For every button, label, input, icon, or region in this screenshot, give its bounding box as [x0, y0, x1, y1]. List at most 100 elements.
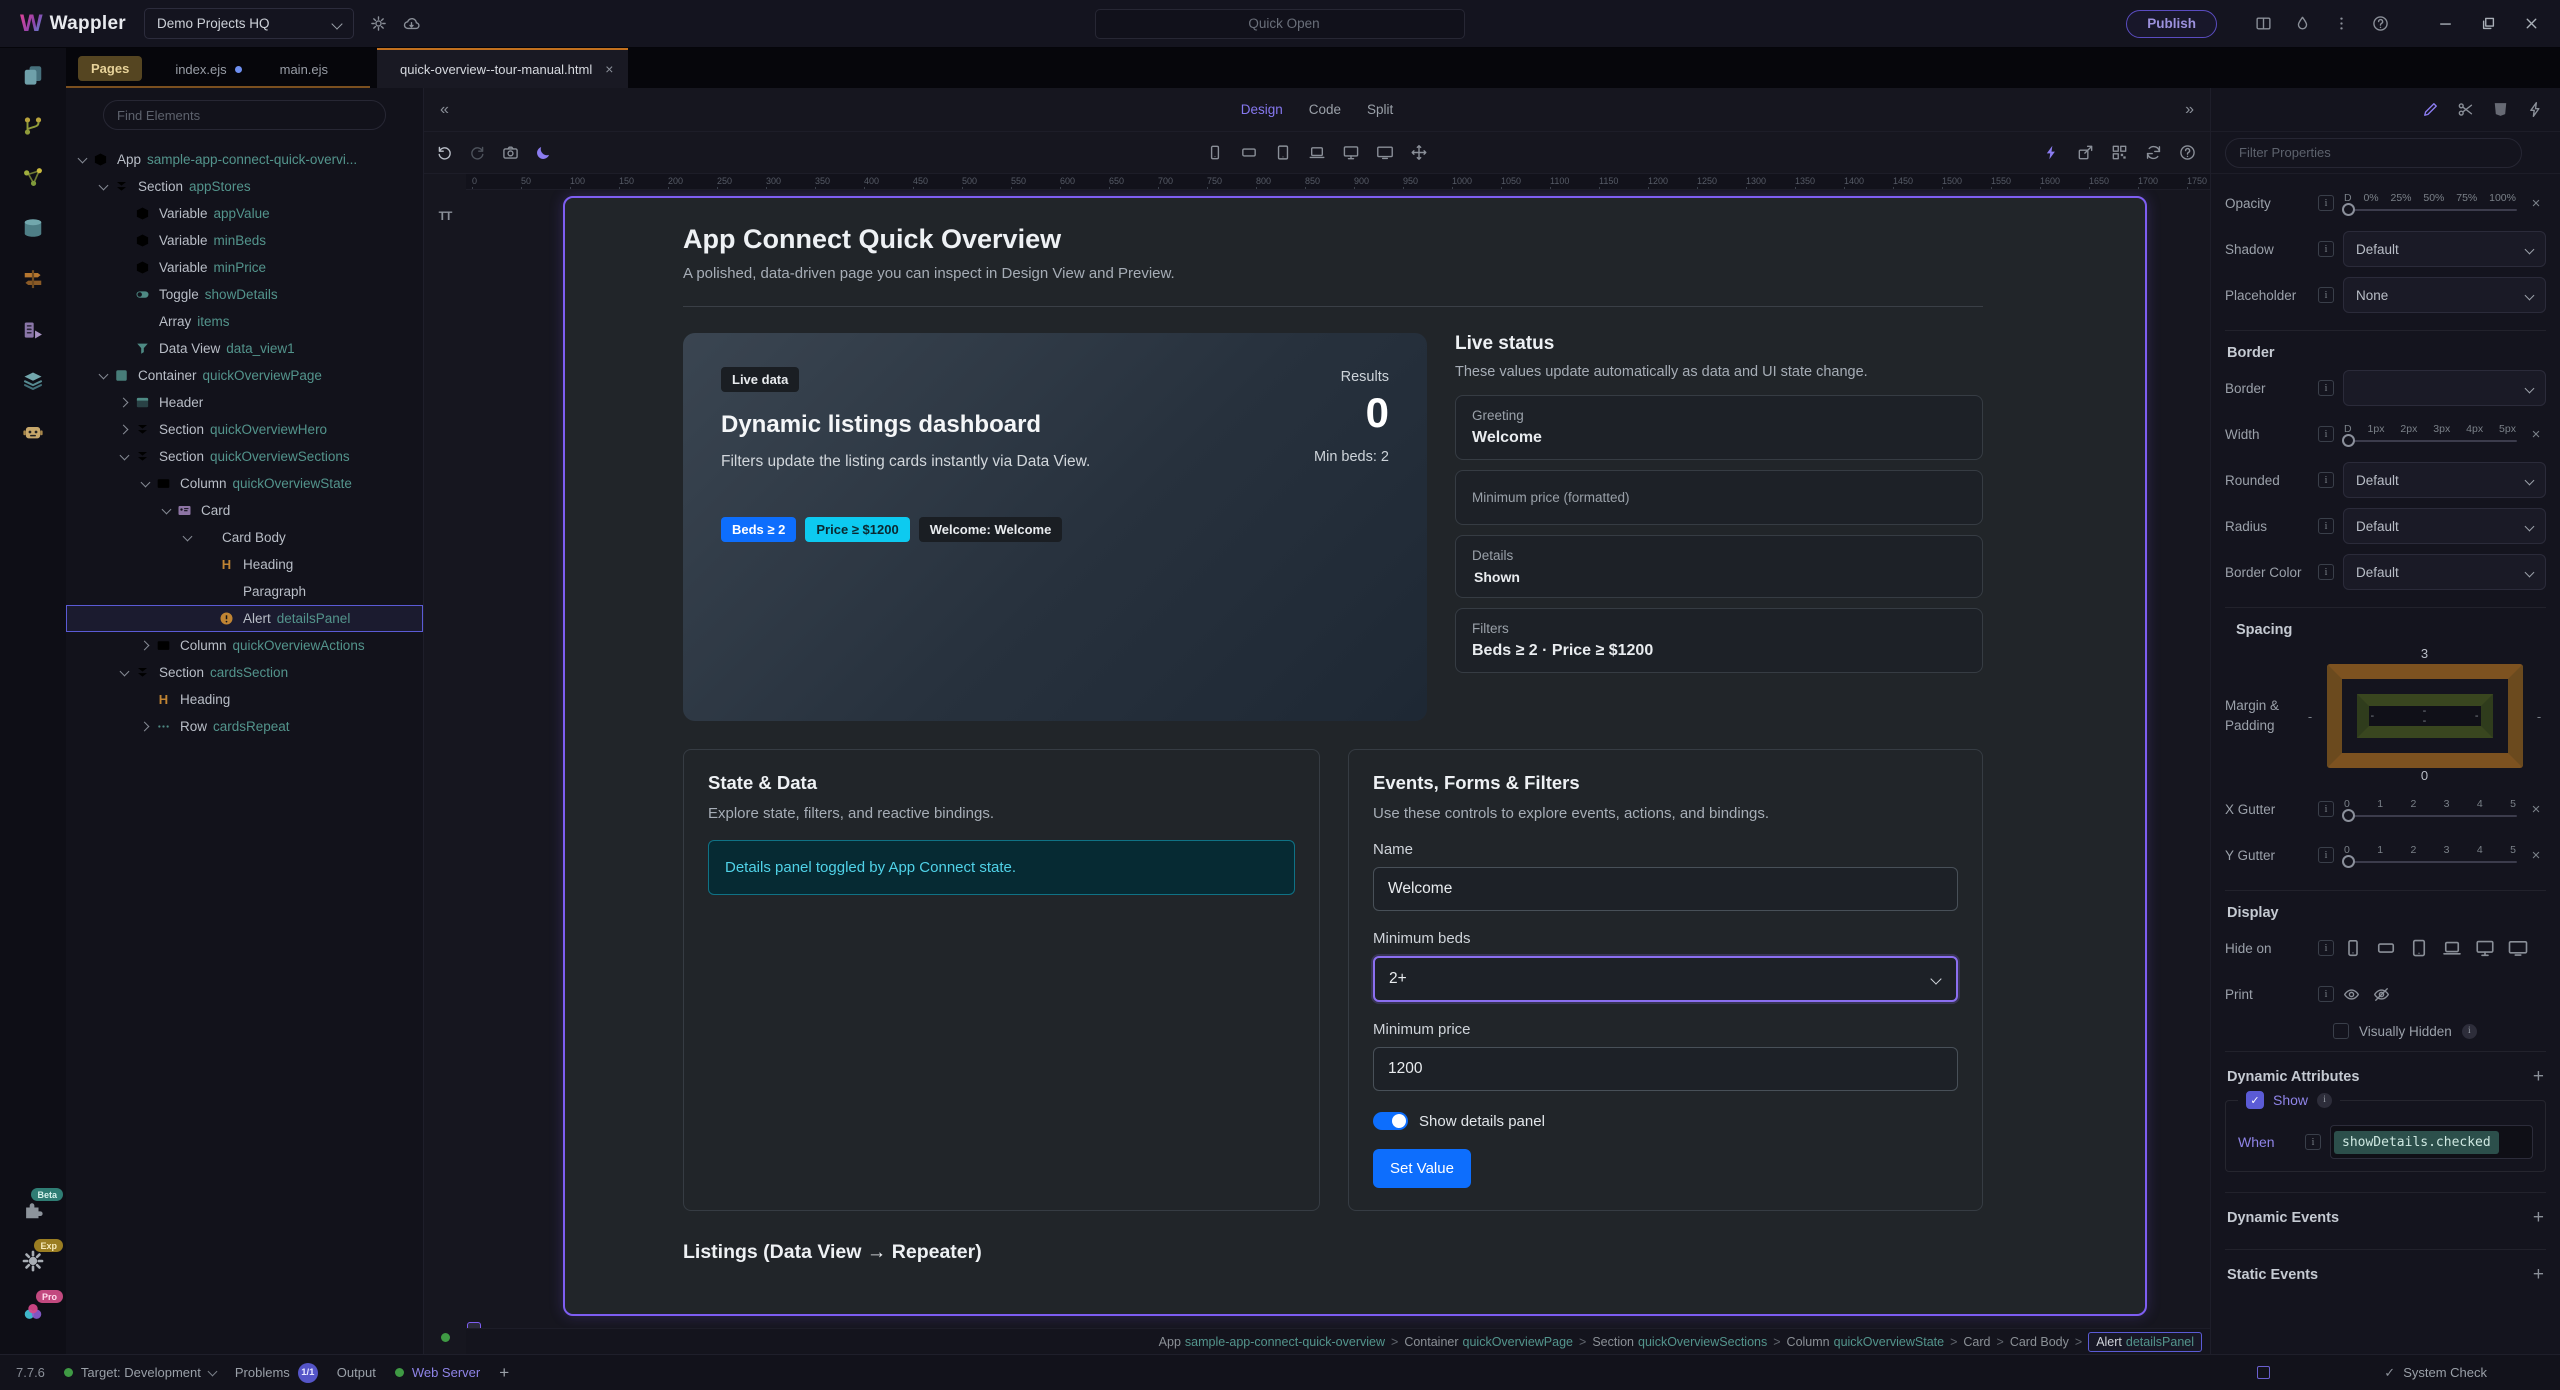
redo-icon[interactable]: [469, 144, 486, 161]
rail-item-pages[interactable]: [14, 56, 52, 94]
tab-quick-overview-html[interactable]: quick-overview--tour-manual.html ×: [377, 48, 629, 88]
slider-knob[interactable]: [2342, 808, 2355, 822]
tree-node-minbeds[interactable]: Variable minBeds: [66, 227, 423, 254]
tree-caret-icon[interactable]: [118, 423, 131, 436]
show-details-toggle[interactable]: [1373, 1112, 1408, 1130]
dark-mode-icon[interactable]: [535, 144, 552, 161]
collapse-right-icon[interactable]: »: [2185, 101, 2210, 119]
problems-button[interactable]: Problems 1/1: [235, 1362, 318, 1383]
qr-code-icon[interactable]: [2111, 144, 2128, 161]
actions-bolt-icon[interactable]: [2527, 101, 2544, 118]
clear-icon[interactable]: ×: [2526, 847, 2546, 864]
rail-item-pro[interactable]: Pro: [14, 1290, 63, 1331]
add-dynamic-attribute-icon[interactable]: +: [2533, 1066, 2544, 1088]
fluid-mode-icon[interactable]: [1411, 144, 1428, 161]
slider-knob[interactable]: [2342, 854, 2355, 868]
gear-icon[interactable]: [370, 15, 387, 32]
add-dynamic-event-icon[interactable]: +: [2533, 1207, 2544, 1229]
width-slider[interactable]: D 1px 2px 3px 4px 5px: [2342, 419, 2517, 450]
tree-caret-icon[interactable]: [118, 396, 131, 409]
tree-node-heading[interactable]: H Heading: [66, 686, 423, 713]
phone-icon[interactable]: [2343, 938, 2363, 958]
cut-styles-icon[interactable]: [2457, 101, 2474, 118]
clear-icon[interactable]: ×: [2526, 195, 2546, 212]
add-target-button[interactable]: +: [499, 1363, 509, 1383]
view-tab-split[interactable]: Split: [1367, 102, 1393, 117]
desktop-icon[interactable]: [2475, 938, 2495, 958]
rail-item-git[interactable]: [14, 107, 52, 145]
tree-node-quickoverviewsections[interactable]: Section quickOverviewSections: [66, 443, 423, 470]
tree-node-heading[interactable]: H Heading: [66, 551, 423, 578]
set-value-button[interactable]: Set Value: [1373, 1149, 1471, 1188]
minimize-icon[interactable]: [2437, 15, 2454, 32]
split-view-icon[interactable]: [2255, 15, 2272, 32]
tree-caret-icon[interactable]: [181, 531, 194, 544]
tree-node-data-view1[interactable]: Data View data_view1: [66, 335, 423, 362]
project-selector[interactable]: Demo Projects HQ: [144, 8, 355, 39]
tree-node-paragraph[interactable]: Paragraph: [66, 578, 423, 605]
x-gutter-slider[interactable]: 0 1 2 3 4 5: [2342, 794, 2517, 825]
refresh-icon[interactable]: [2145, 144, 2162, 161]
text-size-icon[interactable]: TT: [439, 209, 453, 223]
tree-node-quickoverviewstate[interactable]: Column quickOverviewState: [66, 470, 423, 497]
border-select[interactable]: [2343, 370, 2546, 406]
tree-caret-icon[interactable]: [139, 477, 152, 490]
tab-main-ejs[interactable]: main.ejs: [257, 48, 343, 88]
restore-icon[interactable]: [2480, 15, 2497, 32]
slider-knob[interactable]: [2342, 202, 2355, 216]
tree-caret-icon[interactable]: [160, 504, 173, 517]
publish-button[interactable]: Publish: [2126, 9, 2217, 38]
close-tab-icon[interactable]: ×: [605, 61, 613, 77]
rail-item-experiments[interactable]: Exp: [14, 1239, 63, 1280]
tree-node-minprice[interactable]: Variable minPrice: [66, 254, 423, 281]
breadcrumb-item-app[interactable]: App sample-app-connect-quick-overview: [1159, 1335, 1385, 1349]
output-button[interactable]: Output: [337, 1365, 376, 1380]
help-icon[interactable]: [2179, 144, 2196, 161]
rounded-select[interactable]: Default: [2343, 462, 2546, 498]
tree-caret-icon[interactable]: [76, 153, 89, 166]
name-input[interactable]: Welcome: [1373, 867, 1958, 911]
breadcrumb-item-column[interactable]: Column quickOverviewState: [1787, 1335, 1945, 1349]
clear-icon[interactable]: ×: [2526, 426, 2546, 443]
css-icon[interactable]: [2492, 101, 2509, 118]
tree-caret-icon[interactable]: [139, 720, 152, 733]
laptop-icon[interactable]: [1309, 144, 1326, 161]
large-desktop-icon[interactable]: [1377, 144, 1394, 161]
tree-caret-icon[interactable]: [97, 369, 110, 382]
tree-node-appstores[interactable]: Section appStores: [66, 173, 423, 200]
tab-index-ejs[interactable]: index.ejs: [152, 48, 256, 88]
placeholder-select[interactable]: None: [2343, 277, 2546, 313]
desktop-icon[interactable]: [1343, 144, 1360, 161]
tree-node-sample-app-connect-quick-overvi-[interactable]: App sample-app-connect-quick-overvi...: [66, 146, 423, 173]
view-tab-code[interactable]: Code: [1309, 102, 1341, 117]
slider-knob[interactable]: [2342, 433, 2355, 447]
show-attribute-checkbox[interactable]: ✓: [2246, 1091, 2264, 1109]
tree-caret-icon[interactable]: [139, 639, 152, 652]
view-tab-design[interactable]: Design: [1241, 102, 1283, 117]
tree-caret-icon[interactable]: [118, 666, 131, 679]
rail-item-ai-assistant[interactable]: [14, 413, 52, 451]
breadcrumb-item-card[interactable]: Card: [1963, 1335, 1990, 1349]
laptop-icon[interactable]: [2442, 938, 2462, 958]
screenshot-icon[interactable]: [502, 144, 519, 161]
tree-node-header[interactable]: Header: [66, 389, 423, 416]
open-in-browser-icon[interactable]: [2077, 144, 2094, 161]
tablet-icon[interactable]: [1275, 144, 1292, 161]
tree-node-showdetails[interactable]: Toggle showDetails: [66, 281, 423, 308]
rail-item-extensions[interactable]: Beta: [14, 1188, 63, 1229]
target-selector[interactable]: Target: Development: [63, 1365, 218, 1380]
add-static-event-icon[interactable]: +: [2533, 1264, 2544, 1286]
tree-node-quickoverviewactions[interactable]: Column quickOverviewActions: [66, 632, 423, 659]
tree-node-card[interactable]: Card: [66, 497, 423, 524]
rail-item-routes[interactable]: [14, 260, 52, 298]
bolt-icon[interactable]: [2043, 144, 2060, 161]
system-check-button[interactable]: ✓ System Check: [2384, 1365, 2487, 1381]
state-data-card[interactable]: State & Data Explore state, filters, and…: [683, 749, 1320, 1211]
undo-icon[interactable]: [436, 144, 453, 161]
breadcrumb-item-section[interactable]: Section quickOverviewSections: [1592, 1335, 1767, 1349]
tree-node-items[interactable]: Array items: [66, 308, 423, 335]
when-expression-input[interactable]: showDetails.checked: [2330, 1125, 2533, 1159]
y-gutter-slider[interactable]: 0 1 2 3 4 5: [2342, 840, 2517, 871]
collapse-left-icon[interactable]: «: [424, 101, 449, 119]
radius-select[interactable]: Default: [2343, 508, 2546, 544]
